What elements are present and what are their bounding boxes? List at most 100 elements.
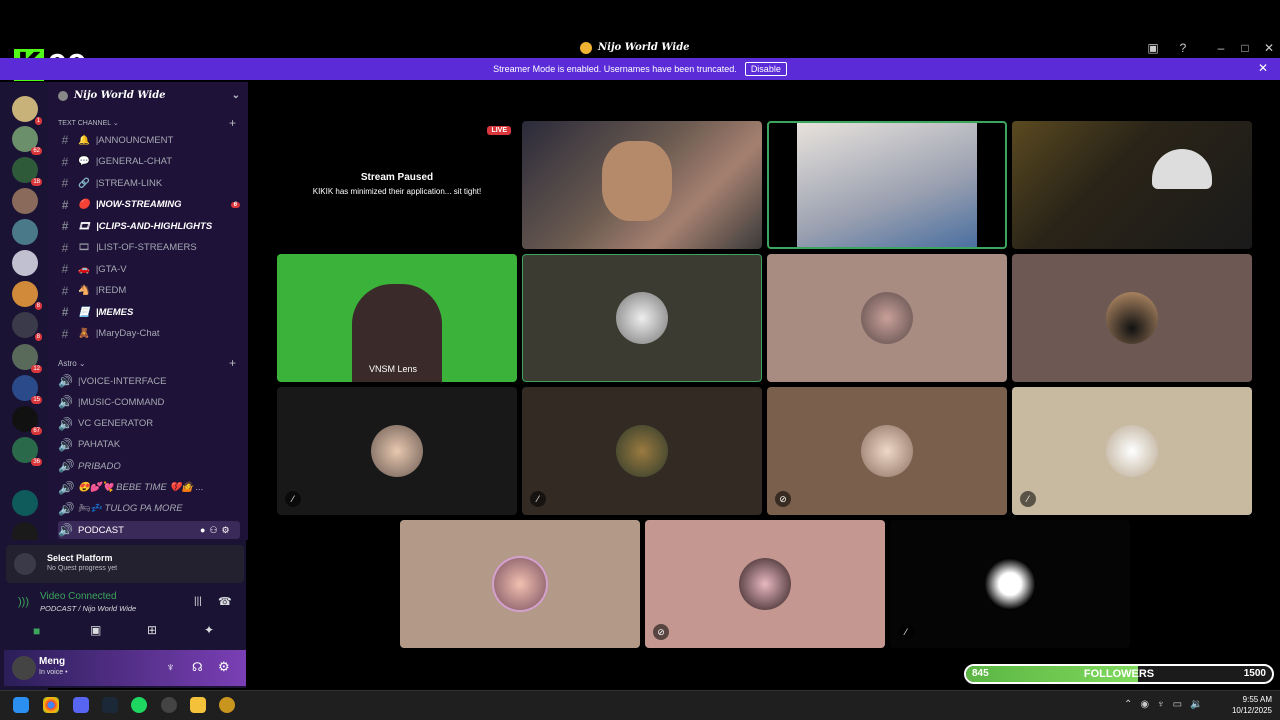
voice-channel-item[interactable]: 🔊 🛏💤 TULOG PA MORE xyxy=(58,500,240,518)
channel-item[interactable]: # 🎞 |LIST-OF-STREAMERS xyxy=(58,239,240,257)
user-settings-icon[interactable]: ⚙ xyxy=(218,659,230,675)
server-icon[interactable]: 67 xyxy=(12,406,42,435)
file-explorer-icon[interactable] xyxy=(190,697,206,713)
video-tile[interactable]: VNSM Lens xyxy=(277,254,517,382)
voice-channel-item[interactable]: 🔊 PAHATAK xyxy=(58,436,240,454)
banner-close-icon[interactable]: ✕ xyxy=(1258,61,1268,75)
avatar-tile[interactable]: ⁄ xyxy=(1012,387,1252,515)
windows-start-icon[interactable] xyxy=(13,697,29,713)
server-icon[interactable]: 12 xyxy=(12,344,42,373)
server-icon[interactable]: 8 xyxy=(12,281,42,310)
avatar-tile[interactable]: ⊘ xyxy=(767,387,1007,515)
clock[interactable]: 9:55 AM 10/12/2025 xyxy=(1222,694,1272,716)
display-icon[interactable]: ▭ xyxy=(1173,699,1182,710)
avatar-tile[interactable]: ⁄ xyxy=(890,520,1130,648)
add-channel-icon[interactable]: + xyxy=(229,116,236,130)
mic-tray-icon[interactable]: ♆ xyxy=(1157,699,1165,710)
voice-channel-item[interactable]: 🔊 |VOICE-INTERFACE xyxy=(58,372,240,390)
microphone-icon[interactable]: ♆ xyxy=(166,660,175,674)
avatar xyxy=(739,558,791,610)
channel-item[interactable]: # 🔔 |ANNOUNCMENT xyxy=(58,131,240,149)
voice-channel-item[interactable]: 🔊 😍💕💘 BEBE TIME 💔🤷 ... xyxy=(58,479,240,497)
settings-icon[interactable]: ⚙ xyxy=(222,525,230,536)
server-icon[interactable] xyxy=(12,219,38,245)
followers-goal: 1500 xyxy=(1243,668,1266,679)
add-channel-icon[interactable]: + xyxy=(229,356,236,370)
disconnect-icon[interactable]: ☎ xyxy=(218,595,232,608)
category-text-channel[interactable]: TEXT CHANNEL ⌄ xyxy=(58,119,119,127)
streamer-mode-banner: Streamer Mode is enabled. Usernames have… xyxy=(0,58,1280,80)
server-icon[interactable] xyxy=(12,490,38,516)
screen-share-icon[interactable]: ▣ xyxy=(90,623,101,637)
stream-tile[interactable]: LIVE Stream Paused KIKIK has minimized t… xyxy=(277,121,517,249)
video-tile[interactable] xyxy=(522,121,762,249)
channel-item[interactable]: # 🚗 |GTA-V xyxy=(58,260,240,278)
voice-channel-name: 🛏💤 TULOG PA MORE xyxy=(78,503,183,515)
channel-emoji: 💬 xyxy=(78,156,90,167)
noise-suppression-icon[interactable]: ||| xyxy=(194,596,202,607)
server-icon[interactable] xyxy=(12,188,38,214)
avatar[interactable] xyxy=(12,656,36,680)
camera-icon[interactable]: ■ xyxy=(33,624,40,638)
username[interactable]: Meng xyxy=(39,656,65,667)
hash-icon: # xyxy=(61,154,69,169)
avatar-tile[interactable] xyxy=(1012,254,1252,382)
tray-app-icon[interactable]: ◉ xyxy=(1140,699,1149,710)
voice-channel-item[interactable]: 🔊 VC GENERATOR xyxy=(58,415,240,433)
server-icon[interactable]: 62 xyxy=(12,126,42,155)
channel-emoji: 🐴 xyxy=(78,285,90,296)
chevron-up-icon[interactable]: ⌃ xyxy=(1124,699,1132,710)
disable-button[interactable]: Disable xyxy=(744,62,787,76)
channel-name: |REDM xyxy=(95,285,127,296)
channel-item[interactable]: # 📃 |MEMES xyxy=(58,303,240,321)
channel-item[interactable]: # 💬 |GENERAL-CHAT xyxy=(58,153,240,171)
inbox-icon[interactable]: ▣ xyxy=(1145,40,1161,56)
close-window-button[interactable]: ✕ xyxy=(1261,40,1277,56)
help-icon[interactable]: ? xyxy=(1175,40,1191,56)
server-icon[interactable]: 15 xyxy=(12,375,42,404)
voice-status[interactable]: Video Connected xyxy=(40,591,117,602)
minimize-button[interactable]: – xyxy=(1213,40,1229,56)
headphones-icon[interactable]: ☊ xyxy=(192,660,203,674)
server-icon[interactable]: 8 xyxy=(12,312,42,341)
speaker-icon: 🔊 xyxy=(58,459,73,474)
voice-location[interactable]: PODCAST / Nijo World Wide xyxy=(40,604,136,613)
category-astro[interactable]: Astro ⌄ xyxy=(58,359,86,368)
channel-item[interactable]: # 🧸 |MaryDay-Chat xyxy=(58,325,240,343)
chrome-icon[interactable] xyxy=(43,697,59,713)
channel-item[interactable]: # 🔴 |NOW-STREAMING 6 xyxy=(58,196,240,214)
video-tile[interactable] xyxy=(1012,121,1252,249)
avatar-tile[interactable] xyxy=(767,254,1007,382)
participant-video xyxy=(602,141,672,221)
server-header[interactable]: Nijo World Wide ⌄ xyxy=(58,88,240,104)
channel-emoji: 🔔 xyxy=(78,134,90,146)
avatar-tile[interactable]: ⊘ xyxy=(645,520,885,648)
avatar-tile[interactable]: ⁄ xyxy=(277,387,517,515)
channel-item[interactable]: # 🎞 |CLIPS-AND-HIGHLIGHTS xyxy=(58,217,240,235)
voice-channel-item[interactable]: 🔊 |MUSIC-COMMAND xyxy=(58,393,240,411)
discord-icon[interactable] xyxy=(73,697,89,713)
spotify-icon[interactable] xyxy=(131,697,147,713)
voice-channel-item[interactable]: 🔊 PRIBADO xyxy=(58,457,240,475)
avatar-tile-speaking[interactable] xyxy=(522,254,762,382)
volume-icon[interactable]: 🔉 xyxy=(1190,699,1202,710)
avatar-tile[interactable] xyxy=(400,520,640,648)
server-icon[interactable]: 18 xyxy=(12,157,42,186)
maximize-button[interactable]: □ xyxy=(1237,40,1253,56)
invite-icon[interactable]: ⚇ xyxy=(209,525,217,536)
obs-icon[interactable] xyxy=(161,697,177,713)
app-icon[interactable] xyxy=(219,697,235,713)
channel-item[interactable]: # 🔗 |STREAM-LINK xyxy=(58,174,240,192)
server-icon[interactable] xyxy=(12,250,38,276)
soundboard-icon[interactable]: ✦ xyxy=(204,623,214,637)
server-icon[interactable]: 36 xyxy=(12,437,42,466)
channel-item[interactable]: # 🐴 |REDM xyxy=(58,282,240,300)
activity-icon[interactable]: ⊞ xyxy=(147,623,157,637)
channel-emoji: 📃 xyxy=(78,306,90,318)
server-icon[interactable]: 1 xyxy=(12,96,42,125)
avatar-tile[interactable]: ⁄ xyxy=(522,387,762,515)
chat-icon[interactable]: ● xyxy=(200,525,205,536)
quest-card[interactable]: Select Platform No Quest progress yet xyxy=(6,545,244,583)
video-tile-speaking[interactable] xyxy=(767,121,1007,249)
steam-icon[interactable] xyxy=(102,697,118,713)
